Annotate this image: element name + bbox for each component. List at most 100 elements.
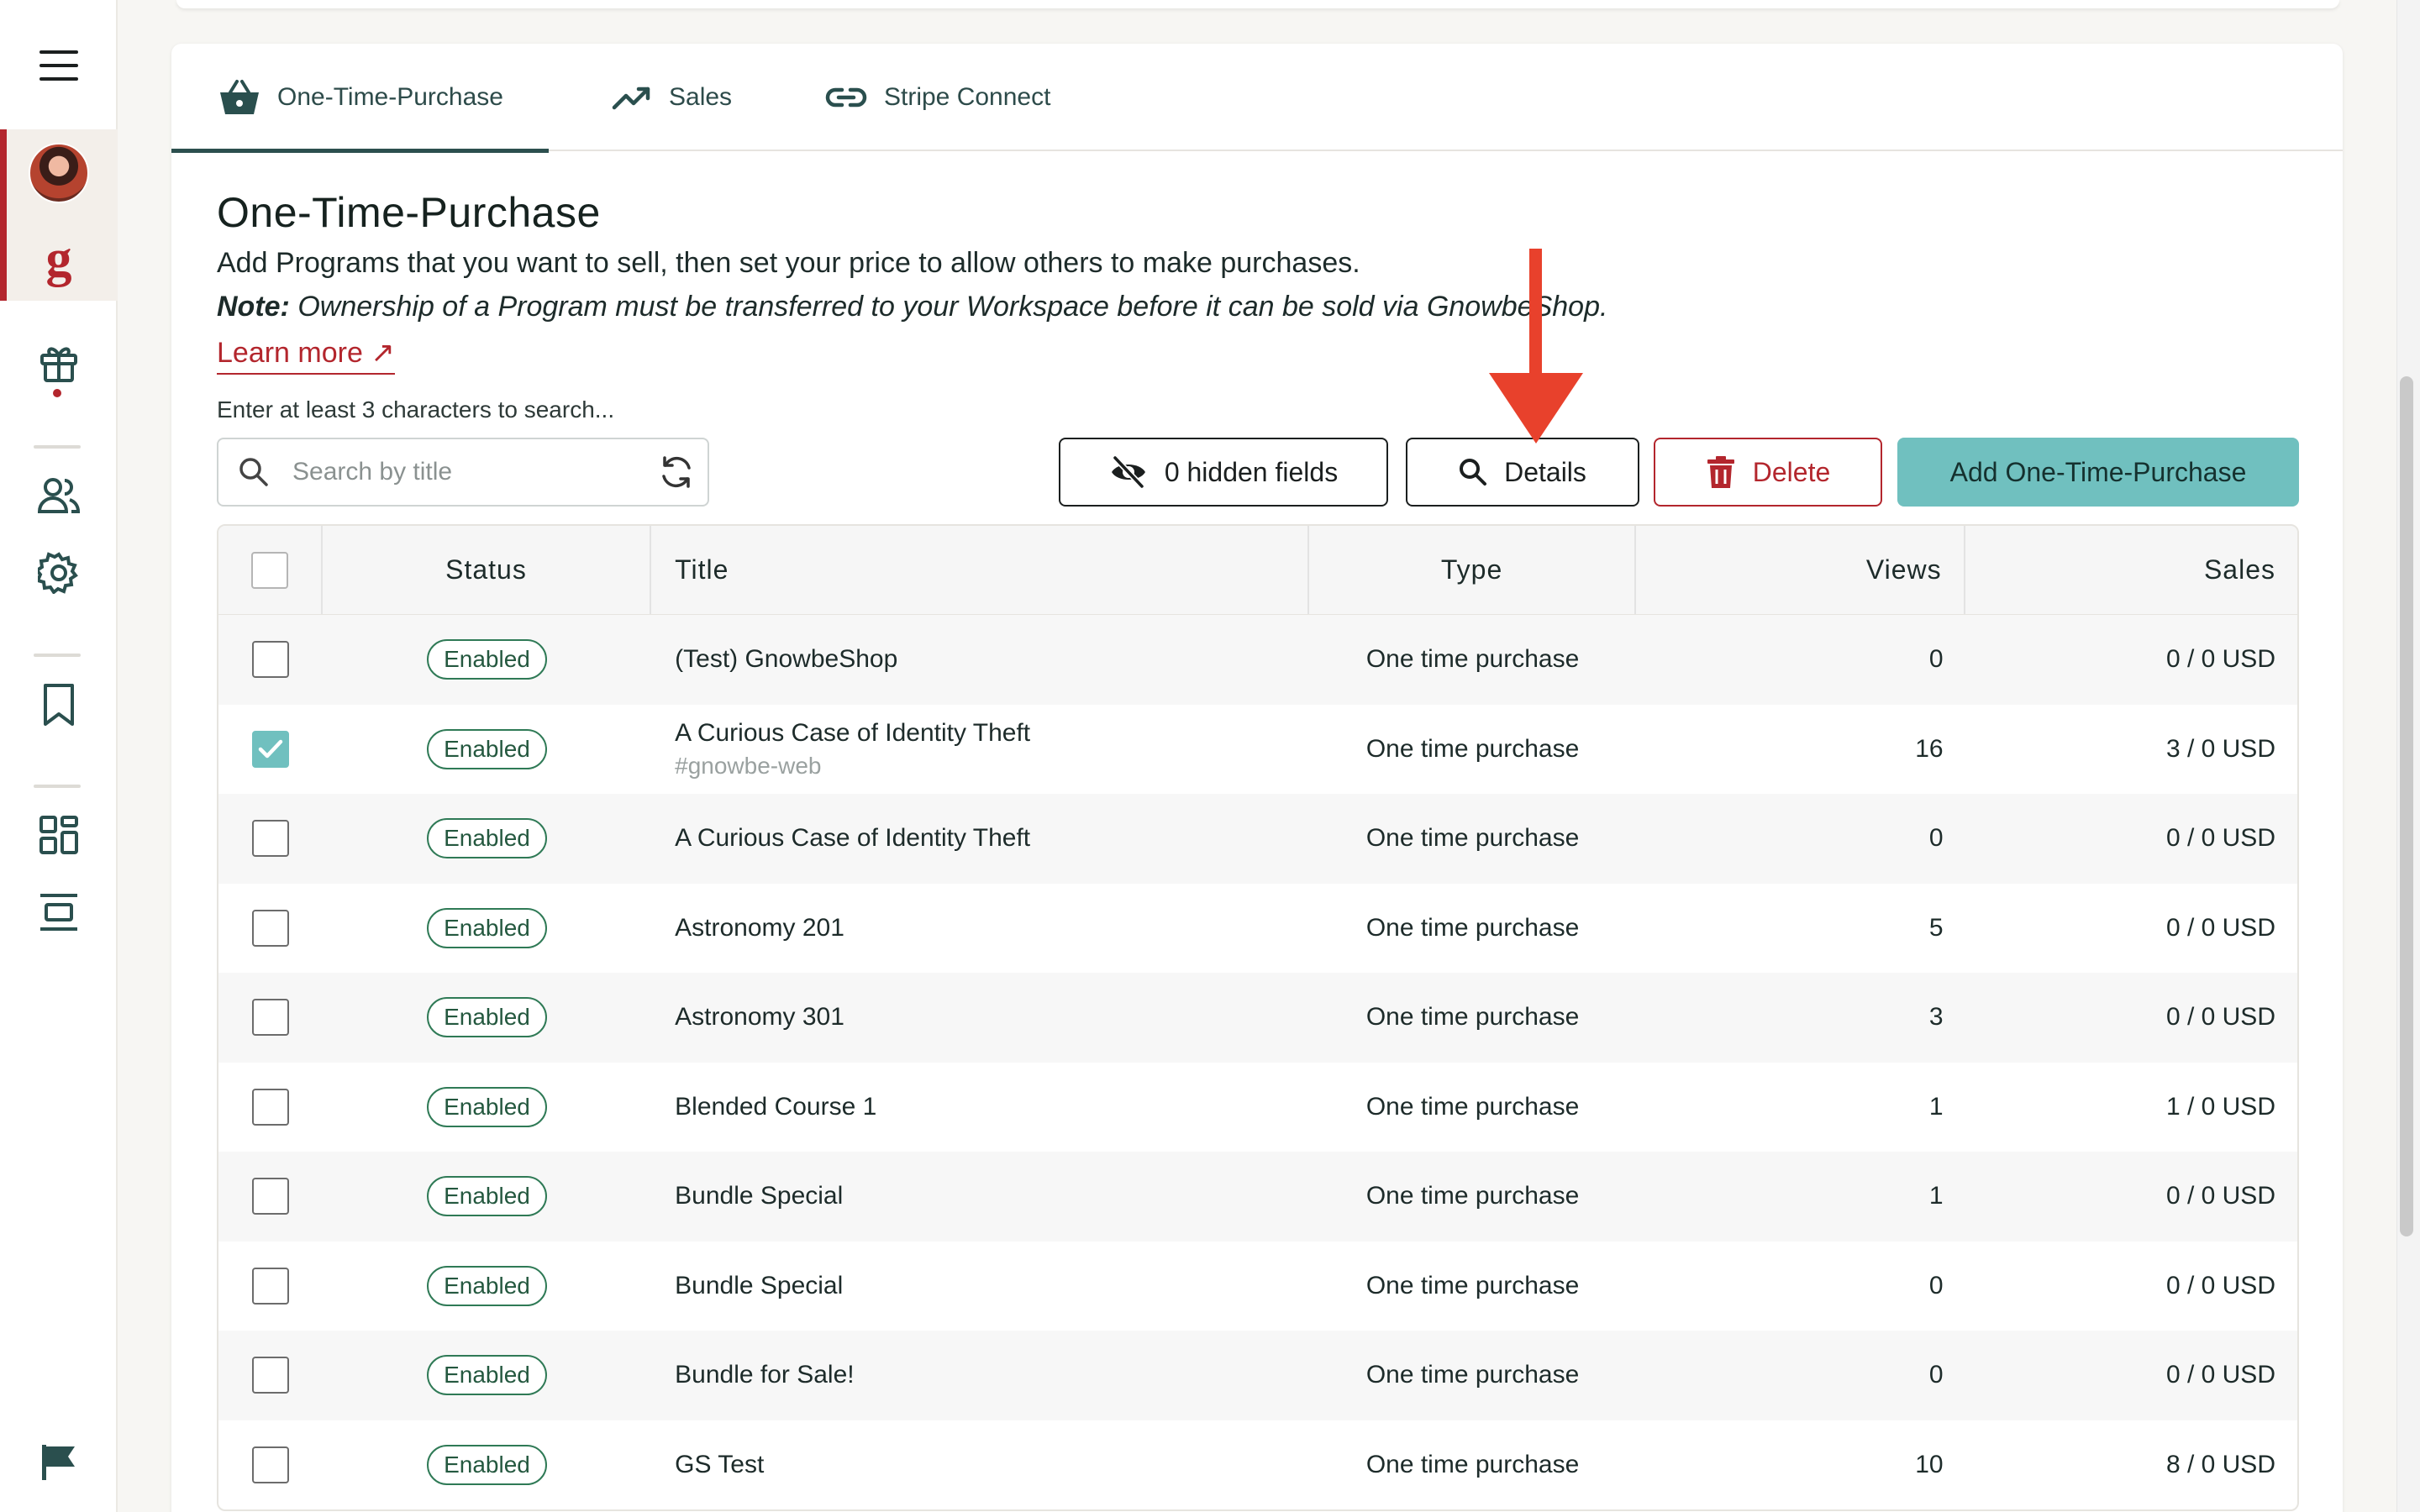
table-row[interactable]: Enabled A Curious Case of Identity Theft O… — [218, 794, 2297, 884]
type-cell: One time purchase — [1365, 1003, 1580, 1032]
program-title[interactable]: GS Test — [675, 1451, 764, 1479]
column-header-views[interactable]: Views — [1636, 526, 1965, 614]
tab-label: One-Time-Purchase — [277, 83, 503, 111]
scrollbar-thumb[interactable] — [2400, 376, 2413, 1236]
delete-label: Delete — [1752, 456, 1831, 487]
sales-cell: 0 / 0 USD — [2165, 1182, 2275, 1210]
gift-icon[interactable] — [0, 338, 118, 388]
users-icon[interactable] — [0, 472, 118, 519]
add-label: Add One-Time-Purchase — [1949, 456, 2247, 487]
row-select-cell — [218, 794, 323, 884]
select-all-checkbox[interactable] — [250, 551, 288, 589]
workspace-logo[interactable]: g — [0, 227, 118, 291]
row-checkbox[interactable] — [251, 999, 289, 1037]
column-header-title[interactable]: Title — [651, 526, 1309, 614]
row-checkbox[interactable] — [251, 1267, 289, 1305]
title-cell: Bundle Special — [651, 1242, 1309, 1331]
table-row[interactable]: Enabled Astronomy 301 One time purchase 3 0 … — [218, 973, 2297, 1063]
program-title[interactable]: Bundle Special — [675, 1272, 843, 1300]
tab-stripe-connect[interactable]: Stripe Connect — [825, 44, 1050, 151]
delete-button[interactable]: Delete — [1654, 438, 1882, 507]
eye-off-icon — [1111, 455, 1145, 489]
program-title[interactable]: (Test) GnowbeShop — [675, 645, 897, 674]
table-row[interactable]: Enabled Astronomy 201 One time purchase 5 0 … — [218, 884, 2297, 974]
ownership-note: Note: Ownership of a Program must be tra… — [217, 291, 1607, 323]
type-cell: One time purchase — [1365, 1182, 1580, 1210]
status-cell: Enabled — [323, 1420, 651, 1510]
layout-icon[interactable] — [0, 889, 118, 936]
table-row[interactable]: Enabled Blended Course 1 One time purchase… — [218, 1063, 2297, 1152]
table-row[interactable]: Enabled Bundle for Sale! One time purchase… — [218, 1331, 2297, 1420]
program-title[interactable]: A Curious Case of Identity Theft — [675, 719, 1030, 748]
row-checkbox[interactable] — [251, 641, 289, 679]
program-title[interactable]: Astronomy 201 — [675, 914, 844, 942]
program-title[interactable]: Blended Course 1 — [675, 1093, 876, 1121]
products-table: Status Title Type Views Sales Enabled (Te… — [217, 524, 2299, 1511]
tab-one-time-purchase[interactable]: One-Time-Purchase — [171, 44, 549, 153]
tab-sales[interactable]: Sales — [612, 44, 732, 151]
dashboard-icon[interactable] — [0, 811, 118, 858]
row-checkbox[interactable] — [251, 1088, 289, 1126]
hamburger-menu-icon[interactable] — [0, 42, 118, 89]
program-tag: #gnowbe-web — [675, 752, 822, 779]
learn-more-link[interactable]: Learn more ↗ — [217, 336, 395, 375]
program-title[interactable]: Astronomy 301 — [675, 1003, 844, 1032]
sales-cell: 3 / 0 USD — [2165, 734, 2275, 763]
status-cell: Enabled — [323, 884, 651, 974]
row-select-cell — [218, 1063, 323, 1152]
type-cell: One time purchase — [1365, 1271, 1580, 1299]
refresh-icon[interactable] — [659, 454, 694, 494]
table-row[interactable]: Enabled GS Test One time purchase 10 8 / 0 U… — [218, 1420, 2297, 1510]
gear-icon[interactable] — [0, 548, 118, 598]
table-row[interactable]: Enabled Bundle Special One time purchase 0 0… — [218, 1242, 2297, 1331]
status-badge: Enabled — [427, 1265, 547, 1306]
row-select-cell — [218, 884, 323, 974]
views-cell: 3 — [1928, 1003, 1944, 1032]
status-cell: Enabled — [323, 973, 651, 1063]
sidebar-divider — [34, 654, 81, 657]
column-header-sales[interactable]: Sales — [1965, 526, 2297, 614]
tab-label: Sales — [669, 83, 733, 111]
notification-dot — [53, 389, 61, 397]
row-checkbox[interactable] — [251, 820, 289, 858]
sales-cell: 0 / 0 USD — [2165, 1361, 2275, 1389]
views-cell: 1 — [1928, 1092, 1944, 1121]
link-icon — [825, 87, 867, 108]
column-header-status[interactable]: Status — [323, 526, 652, 614]
bookmark-icon[interactable] — [0, 679, 118, 731]
workspace-avatar[interactable] — [0, 139, 118, 207]
hidden-fields-label: 0 hidden fields — [1164, 456, 1339, 487]
program-title[interactable]: Bundle Special — [675, 1182, 843, 1210]
views-cell: 0 — [1928, 645, 1944, 674]
views-cell: 0 — [1928, 1271, 1944, 1299]
tab-bar: One-Time-Purchase Sales Stripe Connect — [171, 44, 2343, 153]
header-card-edge — [176, 0, 2339, 8]
table-row[interactable]: Enabled A Curious Case of Identity Theft #… — [218, 705, 2297, 795]
page-description: Add Programs that you want to sell, then… — [217, 247, 1360, 279]
row-checkbox[interactable] — [251, 909, 289, 947]
search-hint: Enter at least 3 characters to search... — [217, 396, 615, 423]
status-badge: Enabled — [427, 907, 547, 948]
table-row[interactable]: Enabled Bundle Special One time purchase 1 0… — [218, 1152, 2297, 1242]
tab-label: Stripe Connect — [884, 83, 1051, 111]
row-checkbox[interactable] — [251, 1446, 289, 1483]
row-checkbox[interactable] — [251, 1178, 289, 1215]
search-input[interactable] — [292, 458, 637, 486]
table-body: Enabled (Test) GnowbeShop One time purchas… — [218, 615, 2297, 1509]
row-checkbox[interactable] — [251, 1357, 289, 1394]
add-one-time-purchase-button[interactable]: Add One-Time-Purchase — [1897, 438, 2299, 507]
title-cell: Blended Course 1 — [651, 1063, 1309, 1152]
row-checkbox[interactable] — [251, 730, 289, 768]
status-cell: Enabled — [323, 705, 651, 795]
table-row[interactable]: Enabled (Test) GnowbeShop One time purchas… — [218, 615, 2297, 705]
program-title[interactable]: A Curious Case of Identity Theft — [675, 824, 1030, 853]
views-cell: 0 — [1928, 1361, 1944, 1389]
row-select-cell — [218, 1420, 323, 1510]
note-label: Note: — [217, 291, 290, 323]
program-title[interactable]: Bundle for Sale! — [675, 1361, 854, 1389]
hidden-fields-button[interactable]: 0 hidden fields — [1059, 438, 1388, 507]
row-select-cell — [218, 1331, 323, 1420]
column-header-type[interactable]: Type — [1309, 526, 1637, 614]
title-cell: Astronomy 301 — [651, 973, 1309, 1063]
flag-icon[interactable] — [0, 1438, 118, 1485]
